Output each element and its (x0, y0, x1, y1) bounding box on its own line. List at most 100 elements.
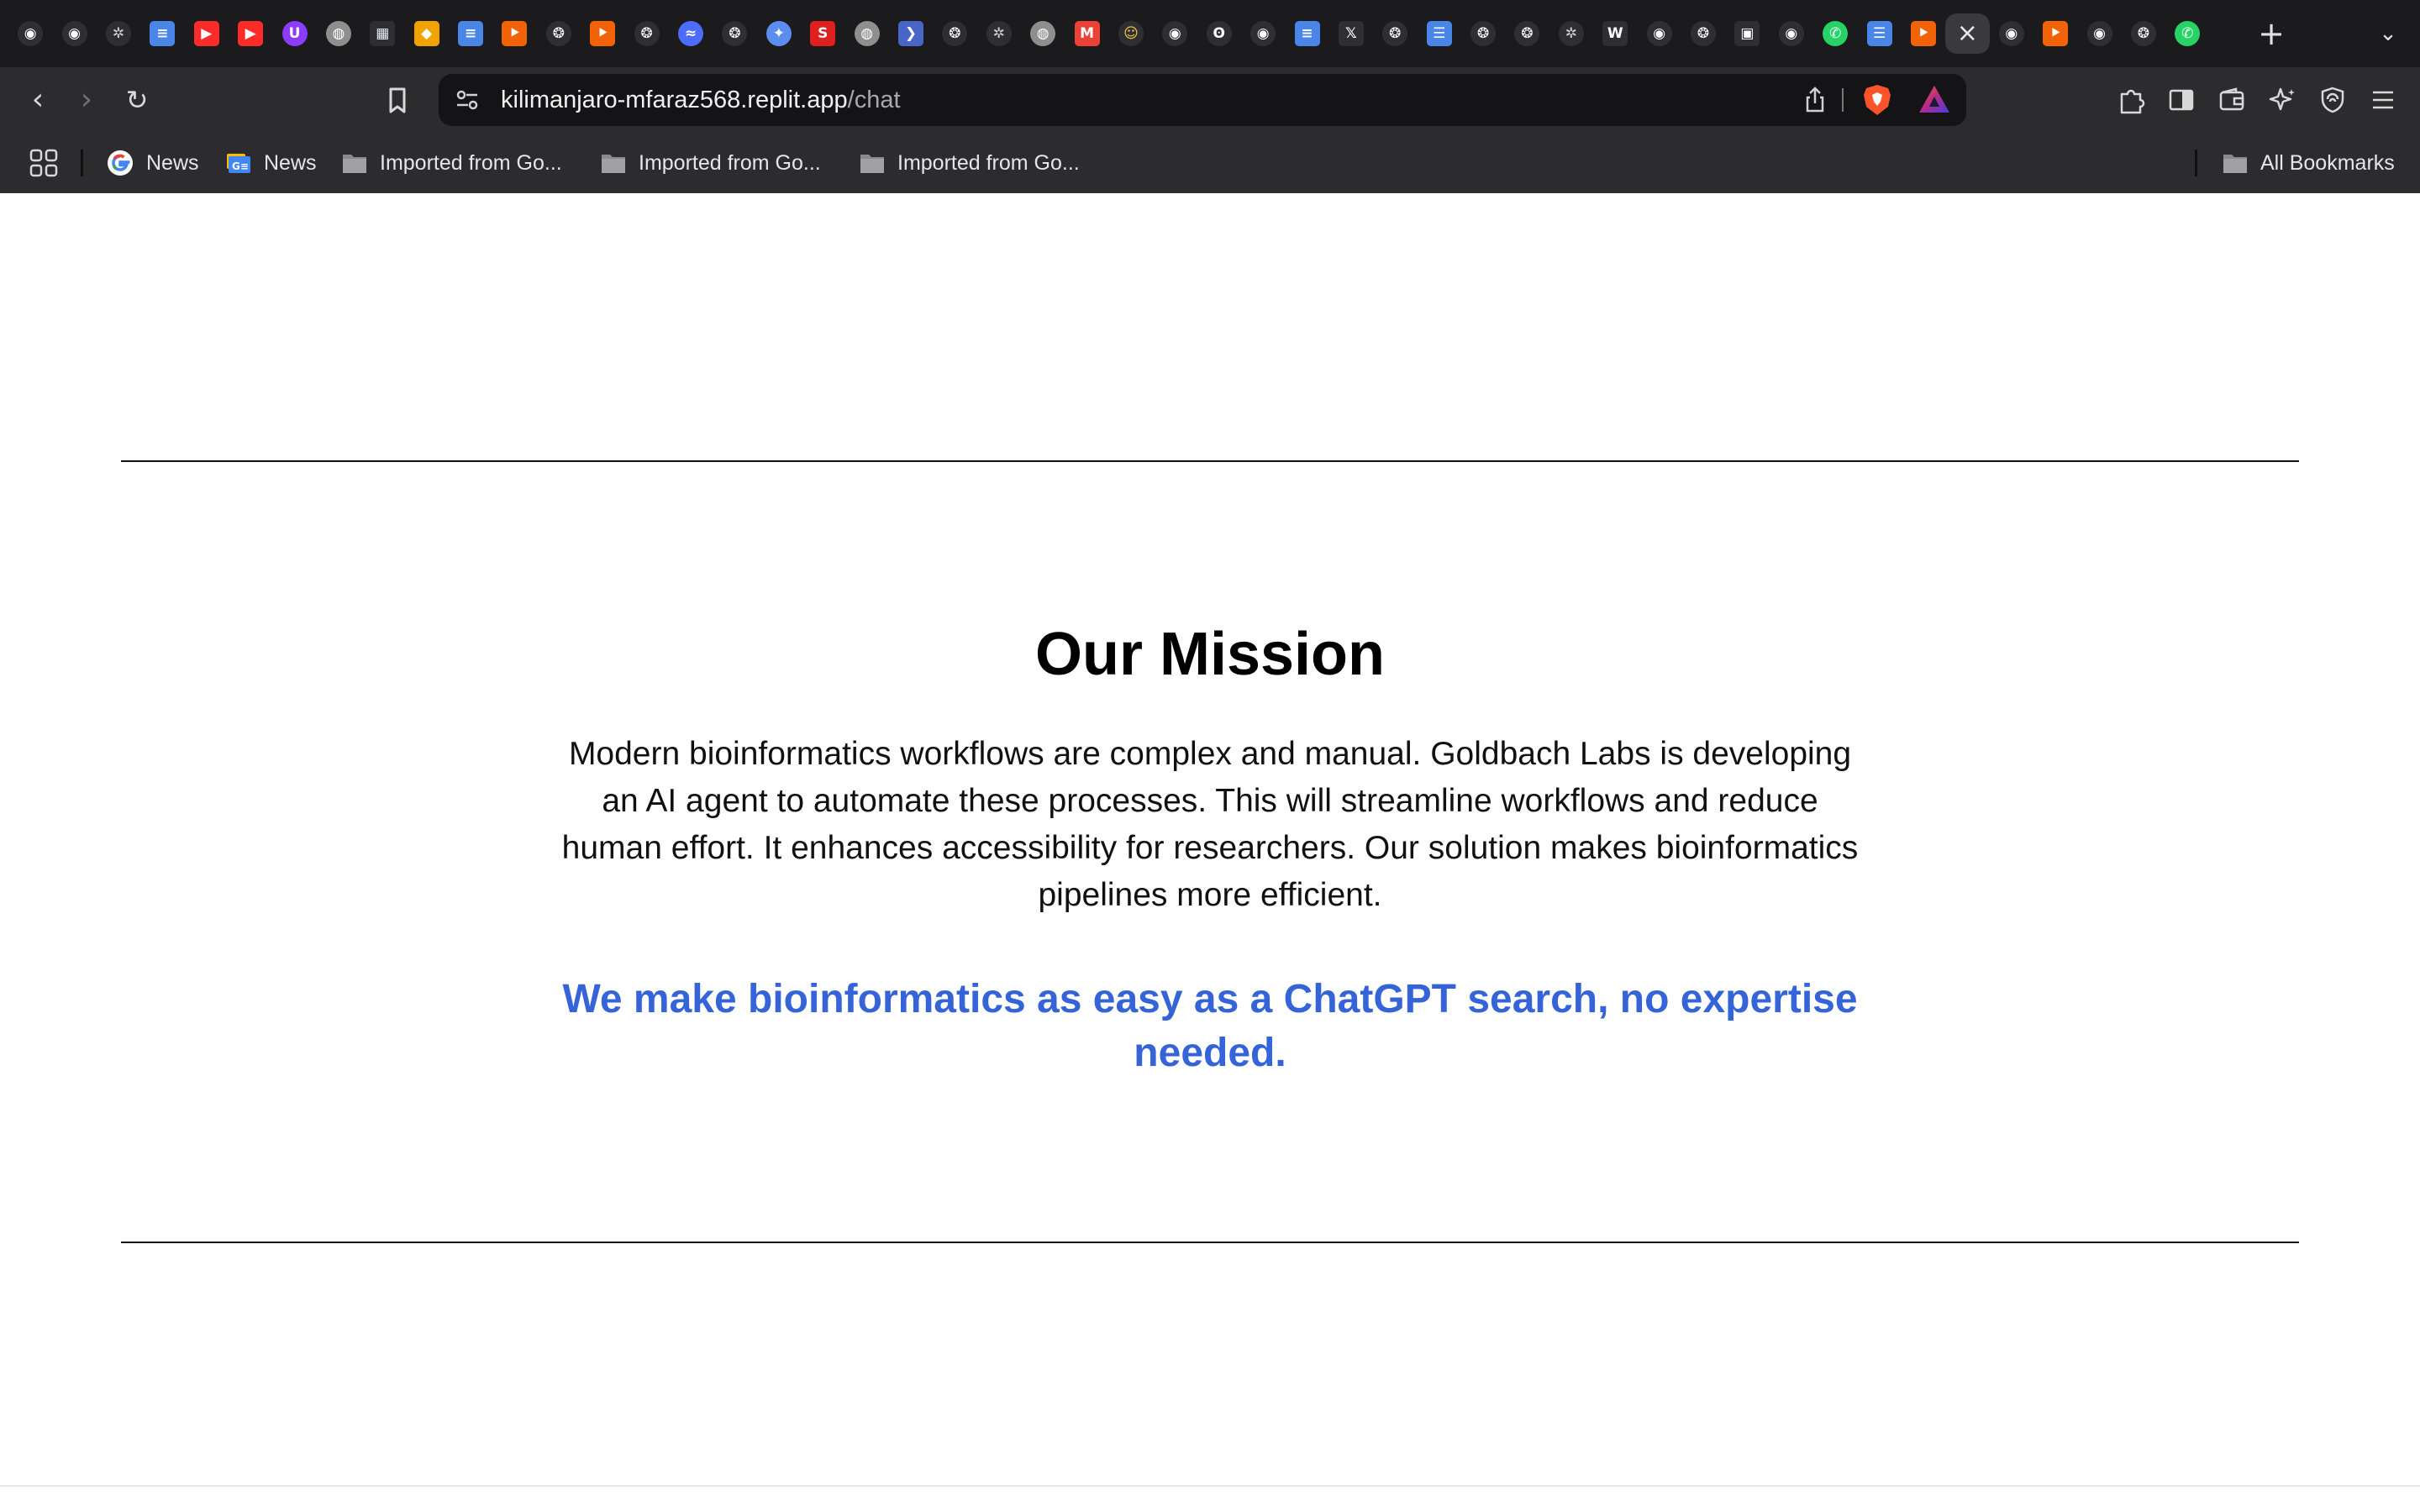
page-bottom-edge (0, 1485, 2420, 1487)
mission-tagline: We make bioinformatics as easy as a Chat… (562, 977, 1858, 1075)
extensions-icon[interactable] (2112, 81, 2150, 119)
tab[interactable]: ✲ (1549, 13, 1593, 54)
tab[interactable]: ▣ (1725, 13, 1769, 54)
tab[interactable]: ◉ (1637, 13, 1681, 54)
tab[interactable]: ⯈ (581, 13, 624, 54)
tab[interactable]: ◉ (1770, 13, 1813, 54)
forward-button[interactable]: › (66, 79, 108, 121)
blue-arrow-icon: ❯ (898, 21, 923, 46)
tab[interactable]: 𝕏 (1329, 13, 1373, 54)
tab[interactable]: ❂ (1505, 13, 1549, 54)
tab-overflow-chevron-icon[interactable]: ⌄ (2371, 17, 2405, 50)
brave-rewards-icon[interactable] (1916, 82, 1953, 118)
site-settings-icon[interactable] (450, 83, 484, 117)
purple-u-icon: U (281, 21, 308, 46)
github-icon: ◉ (2086, 21, 2112, 46)
tab[interactable]: ʘ (1197, 13, 1241, 54)
apps-grid-button[interactable] (27, 133, 60, 193)
tab[interactable]: ☰ (1418, 13, 1461, 54)
bookmarks-bar: News G≡ News Imported from Go... Importe… (0, 133, 2420, 193)
bookmark-folder-2[interactable]: Imported from Go... (600, 133, 821, 193)
folder-icon (859, 151, 886, 175)
tab[interactable]: ◍ (317, 13, 360, 54)
wallet-icon[interactable] (2212, 81, 2251, 119)
tab[interactable]: ❂ (933, 13, 976, 54)
bookmark-news-google-news[interactable]: G≡ News (224, 133, 317, 193)
bookmark-page-button[interactable] (376, 79, 418, 121)
tab[interactable]: ◉ (1153, 13, 1197, 54)
back-button[interactable]: ‹ (17, 79, 59, 121)
all-bookmarks-folder[interactable]: All Bookmarks (2222, 133, 2395, 193)
url-text[interactable]: kilimanjaro-mfaraz568.replit.app/chat (501, 74, 901, 126)
tab[interactable]: ❂ (1681, 13, 1725, 54)
tab[interactable]: ✲ (97, 13, 140, 54)
tab[interactable]: ❂ (624, 13, 668, 54)
openai-icon: ❂ (1382, 21, 1408, 46)
openai-icon: ❂ (942, 21, 968, 46)
tab[interactable]: ❂ (2122, 13, 2165, 54)
tab[interactable]: ◉ (52, 13, 96, 54)
tab[interactable]: ◉ (1990, 13, 2033, 54)
active-tab[interactable]: × (1945, 13, 1990, 54)
bug-icon: ✲ (1558, 21, 1584, 46)
tab[interactable]: ◉ (1241, 13, 1285, 54)
sidebar-toggle-icon[interactable] (2162, 81, 2201, 119)
brave-shields-icon[interactable] (1859, 81, 1896, 118)
tab[interactable]: S (801, 13, 844, 54)
tab[interactable]: ≡ (1285, 13, 1328, 54)
bookmark-folder-1[interactable]: Imported from Go... (341, 133, 562, 193)
pdf-icon: ▦ (370, 21, 396, 46)
address-bar[interactable]: kilimanjaro-mfaraz568.replit.app/chat (439, 74, 1966, 126)
url-separator (1842, 88, 1844, 112)
tab[interactable]: ☰ (1857, 13, 1901, 54)
tab-strip: ◉ ◉ ✲ ≡ ▶ ▶ U ◍ ▦ ◆ ≡ ⯈ ❂ ⯈ ❂ ≈ ❂ ✦ S ◍ ❯ ❂ ✲ ◍ M ☺ ◉ ʘ ◉ ≡ 𝕏 ❂ ☰ ❂ ❂ ✲ W ◉ ❂ ▣… (0, 0, 2420, 67)
tab[interactable]: ▶ (229, 13, 272, 54)
github-icon: ◉ (18, 21, 44, 46)
tab[interactable]: ◆ (405, 13, 449, 54)
tab[interactable]: ✲ (977, 13, 1021, 54)
wikipedia-icon: W (1602, 21, 1628, 46)
tab[interactable]: ▶ (185, 13, 229, 54)
google-docs-icon: ≡ (458, 21, 484, 46)
tab[interactable]: ✦ (757, 13, 801, 54)
menu-icon[interactable] (2364, 81, 2402, 119)
tab[interactable]: ❂ (537, 13, 581, 54)
tab[interactable]: ◍ (844, 13, 888, 54)
tab[interactable]: ◉ (8, 13, 52, 54)
tab[interactable]: ✆ (1813, 13, 1857, 54)
tab[interactable]: ▦ (360, 13, 404, 54)
tab[interactable]: ≡ (449, 13, 492, 54)
openai-icon: ❂ (722, 21, 748, 46)
tab[interactable]: ❂ (1461, 13, 1505, 54)
tab[interactable]: ❯ (889, 13, 933, 54)
new-tab-button[interactable]: + (2253, 15, 2290, 52)
bookmark-folder-3[interactable]: Imported from Go... (859, 133, 1080, 193)
tab[interactable]: ❂ (1373, 13, 1417, 54)
tab[interactable]: ≡ (140, 13, 184, 54)
tab[interactable]: ⯈ (2033, 13, 2077, 54)
leo-ai-icon[interactable] (2263, 81, 2302, 119)
close-icon[interactable]: × (1954, 21, 1980, 46)
tab[interactable]: ◉ (2077, 13, 2121, 54)
tab[interactable]: M (1065, 13, 1108, 54)
vpn-shield-icon[interactable] (2313, 81, 2352, 119)
tab[interactable]: ⯈ (492, 13, 536, 54)
tab[interactable]: ✆ (2165, 13, 2209, 54)
top-divider (121, 460, 2299, 462)
openai-icon: ❂ (2130, 21, 2156, 46)
globe-icon: ◍ (854, 21, 880, 46)
x-icon: 𝕏 (1338, 21, 1364, 46)
bug-icon: ✲ (105, 21, 131, 46)
gemini-icon: ✦ (765, 21, 792, 46)
tab[interactable]: ⯈ (1902, 13, 1945, 54)
tab[interactable]: U (272, 13, 316, 54)
bookmark-news-google[interactable]: News (106, 133, 199, 193)
deepseek-icon: ≈ (678, 21, 704, 46)
tab[interactable]: W (1593, 13, 1637, 54)
tab[interactable]: ☺ (1109, 13, 1153, 54)
share-icon[interactable] (1798, 83, 1832, 117)
tab[interactable]: ❂ (713, 13, 756, 54)
tab[interactable]: ◍ (1021, 13, 1065, 54)
tab[interactable]: ≈ (669, 13, 713, 54)
reload-button[interactable]: ↻ (116, 79, 158, 121)
